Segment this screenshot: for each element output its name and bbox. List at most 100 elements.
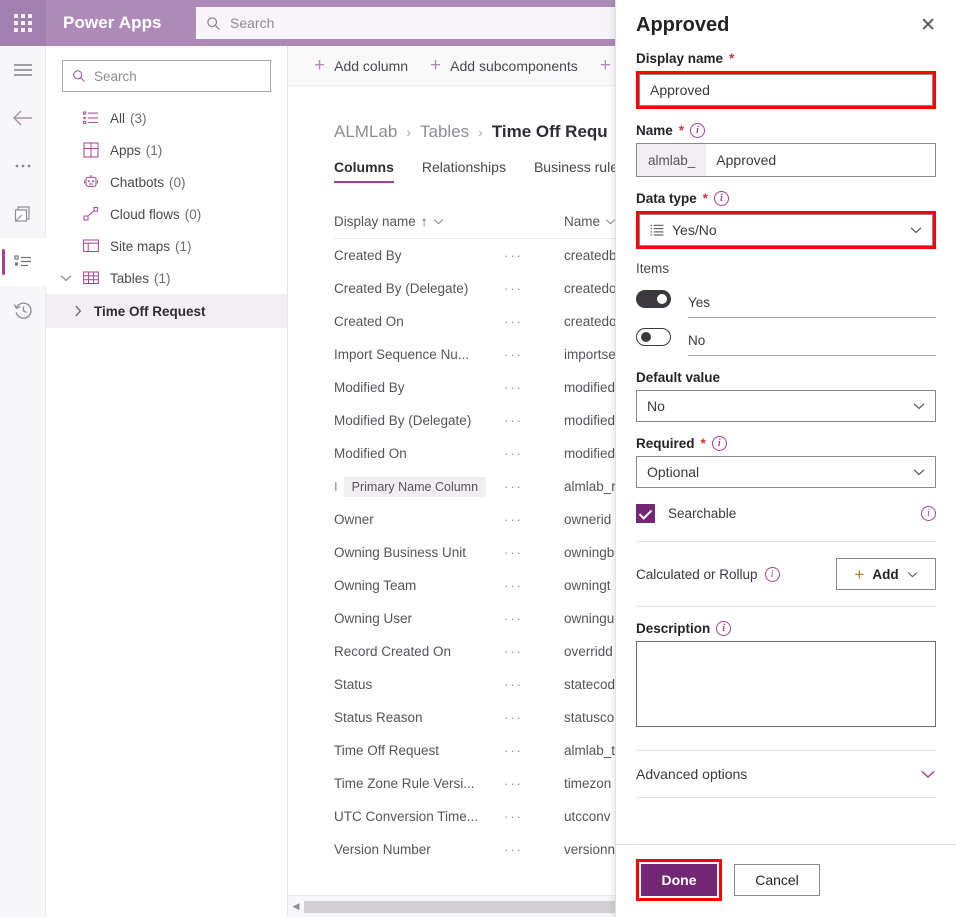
add-subcomponents-button[interactable]: + Add subcomponents (430, 56, 578, 75)
tab-columns[interactable]: Columns (334, 159, 394, 183)
chevron-down-icon[interactable] (920, 769, 936, 779)
nav-search-input[interactable]: Search (62, 60, 271, 92)
toggle-no[interactable] (636, 328, 671, 346)
searchable-checkbox[interactable] (636, 504, 655, 523)
row-more-actions-icon[interactable]: ··· (504, 677, 564, 692)
items-label: Items (636, 261, 936, 276)
panel-footer: Done Cancel (616, 844, 956, 917)
info-icon[interactable]: i (714, 191, 729, 206)
cell-name: statecod (564, 677, 615, 692)
row-more-actions-icon[interactable]: ··· (504, 776, 564, 791)
tab-business-rules[interactable]: Business rules (534, 159, 625, 183)
row-more-actions-icon[interactable]: ··· (504, 479, 564, 494)
cancel-button[interactable]: Cancel (734, 864, 820, 896)
chevron-down-icon[interactable] (913, 468, 925, 476)
tab-relationships[interactable]: Relationships (422, 159, 506, 183)
sidebar-item-cloud-flows[interactable]: Cloud flows (0) (46, 198, 287, 230)
sidebar-item-site-maps[interactable]: Site maps (1) (46, 230, 287, 262)
solutions-icon[interactable] (0, 190, 46, 238)
name-field[interactable]: almlab_ (636, 143, 936, 177)
searchable-row: Searchable i (636, 504, 936, 523)
waffle-grid-icon[interactable] (0, 0, 46, 46)
row-more-actions-icon[interactable]: ··· (504, 578, 564, 593)
cell-display-name: Owning Business Unit (334, 545, 504, 560)
row-more-actions-icon[interactable]: ··· (504, 545, 564, 560)
chevron-right-icon[interactable] (74, 294, 82, 328)
name-input[interactable] (706, 144, 935, 176)
list-lines-icon (650, 224, 664, 236)
row-more-actions-icon[interactable]: ··· (504, 710, 564, 725)
done-button-highlight: Done (636, 859, 722, 901)
sidebar-item-time-off-request[interactable]: Time Off Request (46, 294, 287, 328)
breadcrumb-item-almlab[interactable]: ALMLab (334, 122, 397, 142)
add-button[interactable]: + Add (836, 558, 936, 590)
row-more-actions-icon[interactable]: ··· (504, 347, 564, 362)
item-value-no[interactable]: No (688, 333, 936, 356)
chevron-down-icon[interactable] (910, 226, 922, 234)
default-value-label-text: Default value (636, 370, 720, 385)
nav-list: All (3) Apps (1) (46, 102, 287, 328)
row-more-actions-icon[interactable]: ··· (504, 809, 564, 824)
description-textarea[interactable] (636, 641, 936, 727)
search-icon (206, 16, 221, 31)
global-search-input[interactable]: Search (196, 7, 616, 39)
cell-name: statusco (564, 710, 614, 725)
info-icon[interactable]: i (712, 436, 727, 451)
objects-list-icon[interactable] (0, 238, 46, 286)
row-more-actions-icon[interactable]: ··· (504, 248, 564, 263)
row-more-actions-icon[interactable]: ··· (504, 446, 564, 461)
info-icon[interactable]: i (716, 621, 731, 636)
sidebar-item-label: Tables (110, 271, 149, 286)
row-more-actions-icon[interactable]: ··· (504, 512, 564, 527)
history-clock-icon[interactable] (0, 286, 46, 334)
row-more-actions-icon[interactable]: ··· (504, 743, 564, 758)
default-value-dropdown[interactable]: No (636, 390, 936, 422)
chevron-down-icon[interactable] (433, 218, 444, 225)
row-more-actions-icon[interactable]: ··· (504, 842, 564, 857)
sidebar-item-all[interactable]: All (3) (46, 102, 287, 134)
sidebar-item-count: (0) (169, 175, 186, 190)
done-button[interactable]: Done (641, 864, 717, 896)
data-type-dropdown[interactable]: Yes/No (639, 214, 933, 246)
chevron-down-icon[interactable] (60, 262, 72, 294)
sidebar-item-tables[interactable]: Tables (1) (46, 262, 287, 294)
cell-name: createdb (564, 248, 617, 263)
row-more-actions-icon[interactable]: ··· (504, 380, 564, 395)
chevron-down-icon[interactable] (907, 571, 918, 578)
required-label-text: Required (636, 436, 695, 451)
row-more-actions-icon[interactable]: ··· (504, 413, 564, 428)
chevron-down-icon[interactable] (913, 402, 925, 410)
page-title: Approved (636, 14, 729, 37)
row-more-actions-icon[interactable]: ··· (504, 314, 564, 329)
close-icon[interactable]: ✕ (916, 14, 940, 37)
cell-name: utcconv (564, 809, 611, 824)
sidebar-item-label: Chatbots (110, 175, 164, 190)
required-dropdown[interactable]: Optional (636, 456, 936, 488)
plus-icon: + (430, 56, 441, 75)
row-marker: I (334, 479, 338, 494)
sidebar-item-apps[interactable]: Apps (1) (46, 134, 287, 166)
cell-display-name: Import Sequence Nu... (334, 347, 504, 362)
item-value-yes[interactable]: Yes (688, 295, 936, 318)
cell-display-name: IPrimary Name Column (334, 477, 504, 497)
row-more-actions-icon[interactable]: ··· (504, 281, 564, 296)
display-name-input[interactable] (639, 74, 933, 106)
info-icon[interactable]: i (765, 567, 780, 582)
row-more-actions-icon[interactable]: ··· (504, 611, 564, 626)
back-arrow-icon[interactable] (0, 94, 46, 142)
cell-name: createdo (564, 314, 617, 329)
info-icon[interactable]: i (690, 123, 705, 138)
row-more-actions-icon[interactable]: ··· (504, 644, 564, 659)
hamburger-menu-icon[interactable] (0, 46, 46, 94)
ellipsis-icon[interactable] (0, 142, 46, 190)
breadcrumb-item-tables[interactable]: Tables (420, 122, 469, 142)
required-asterisk: * (703, 191, 708, 206)
info-icon[interactable]: i (921, 506, 936, 521)
toggle-yes[interactable] (636, 290, 671, 308)
scroll-left-arrow-icon[interactable]: ◀ (288, 901, 304, 912)
sidebar-item-chatbots[interactable]: Chatbots (0) (46, 166, 287, 198)
cell-name: createdo (564, 281, 617, 296)
column-header-display-name[interactable]: Display name ↑ (334, 214, 564, 229)
add-column-button[interactable]: + Add column (314, 56, 408, 75)
advanced-options-row[interactable]: Advanced options (636, 751, 936, 797)
